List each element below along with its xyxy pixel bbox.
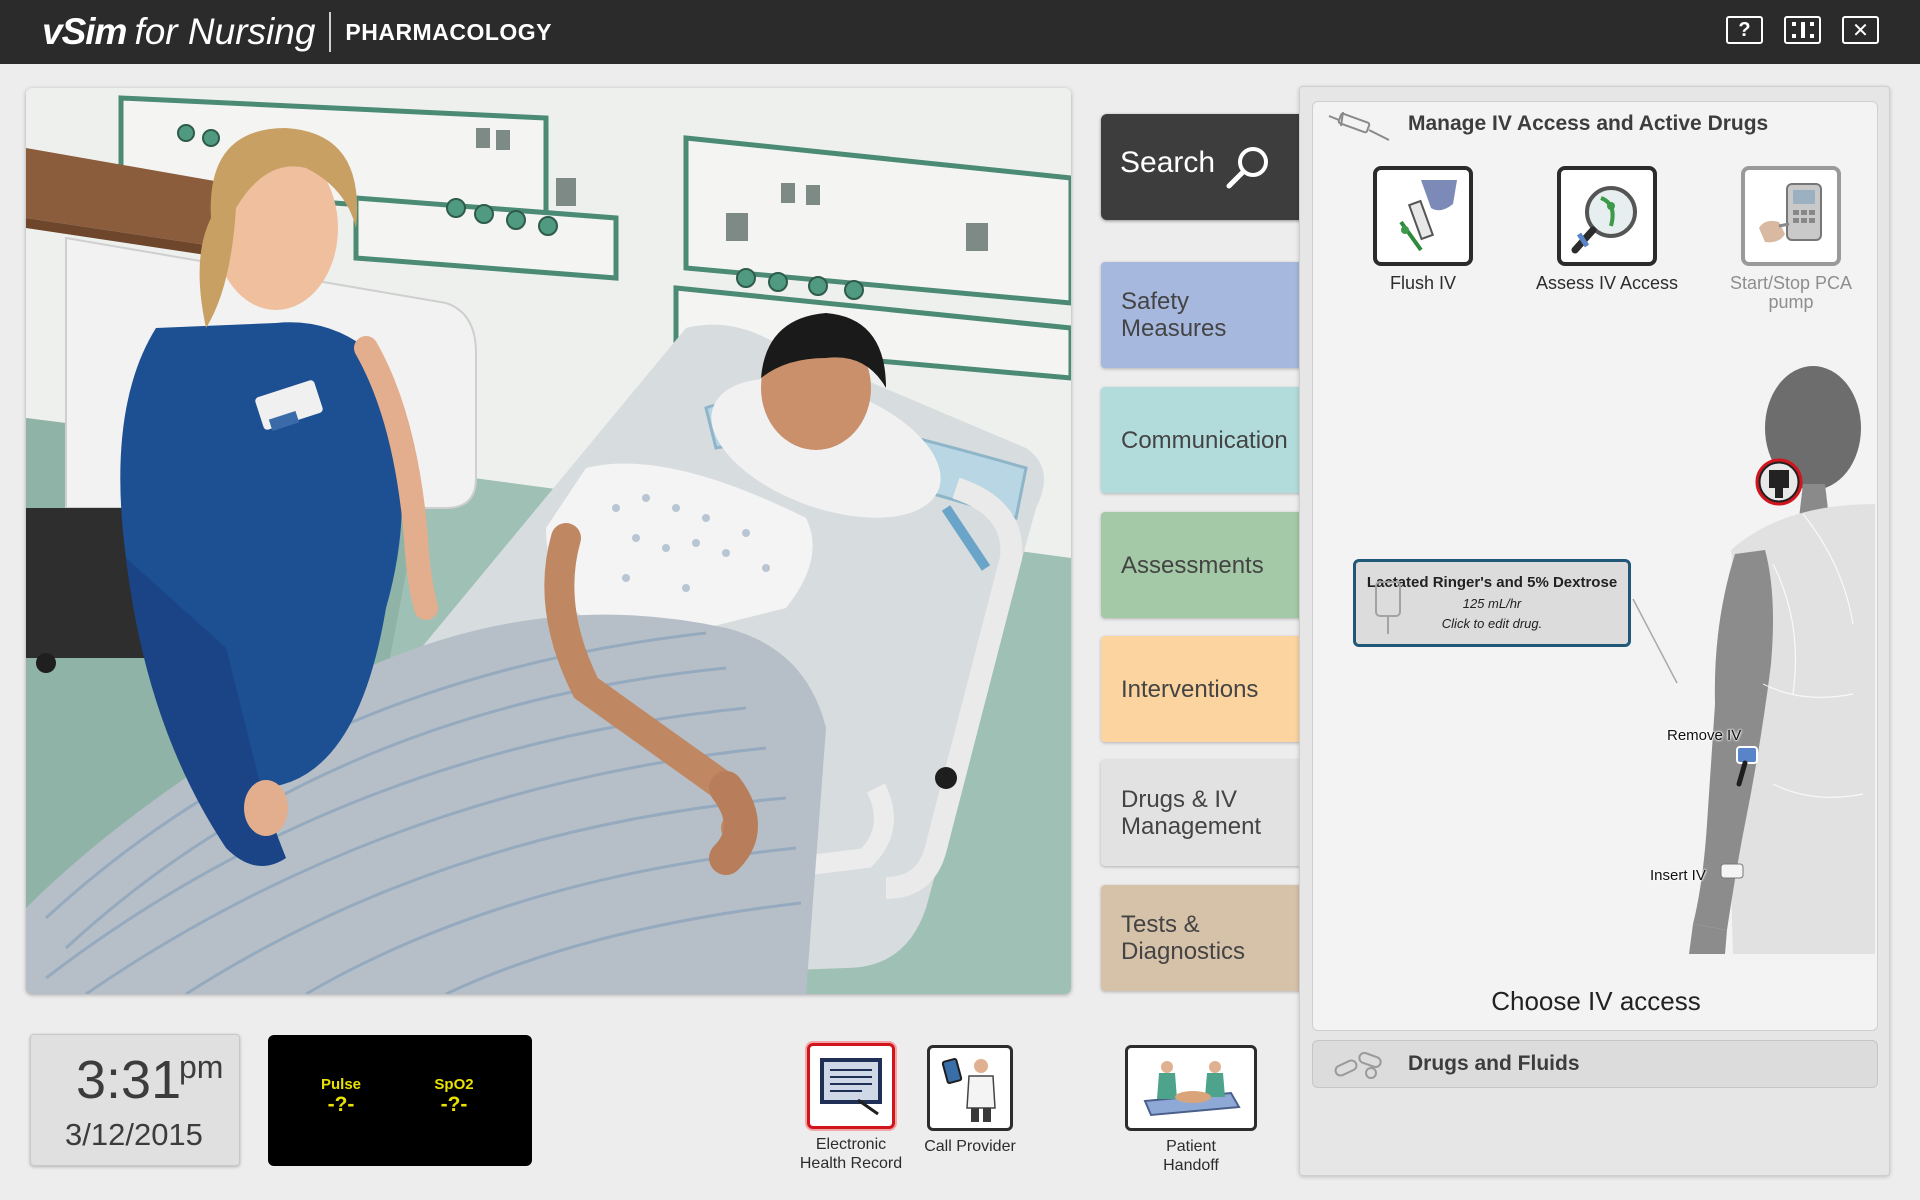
help-button[interactable]: ? [1726,16,1763,44]
manage-iv-section: Manage IV Access and Active Drugs Flush … [1312,101,1878,1031]
pulse-value: -?- [327,1093,355,1116]
start-stop-pca-pump-button[interactable]: Start/Stop PCA pump [1711,166,1871,312]
fullscreen-icon [1791,22,1814,38]
help-icon: ? [1738,18,1751,41]
iv-bag-icon [1375,581,1401,634]
hospital-room-illustration [26,88,1071,994]
pulse-readout: Pulse -?- [301,1076,381,1117]
iv-management-panel: Manage IV Access and Active Drugs Flush … [1299,86,1890,1176]
patient-body-figure[interactable] [1653,364,1875,954]
clock-ampm: pm [179,1049,224,1085]
pca-pump-icon [1759,183,1822,243]
call-provider-button[interactable]: Call Provider [912,1045,1028,1156]
drugs-and-fluids-section[interactable]: Drugs and Fluids [1312,1040,1878,1088]
electronic-health-record-button[interactable]: Electronic Health Record [786,1043,916,1173]
doctor-phone-icon [941,1058,996,1122]
category-interventions[interactable]: Interventions [1101,636,1301,742]
category-safety-measures[interactable]: Safety Measures [1101,262,1301,368]
category-drugs-iv-management[interactable]: Drugs & IV Management [1101,760,1301,866]
pills-icon [1334,1051,1382,1079]
category-assessments[interactable]: Assessments [1101,512,1301,618]
category-label: Interventions [1121,675,1259,703]
patient-handoff-icon [1143,1061,1241,1117]
assess-iv-access-button[interactable]: Assess IV Access [1527,166,1687,293]
monitor-icon [820,1058,882,1116]
remove-iv-button[interactable]: Remove IV [1667,727,1741,744]
brand-divider [329,12,332,52]
insert-iv-button[interactable]: Insert IV [1650,867,1706,884]
panel-title: Manage IV Access and Active Drugs [1408,112,1769,135]
ehr-icon-frame [807,1043,895,1129]
assess-iv-access-label: Assess IV Access [1535,273,1679,293]
patient-handoff-button[interactable]: Patient Handoff [1118,1045,1264,1175]
clock-date: 3/12/2015 [65,1117,203,1152]
simulation-scene[interactable] [26,88,1071,994]
app-logo: vSim for Nursing PHARMACOLOGY [42,6,552,58]
magnifier-iv-icon [1571,186,1637,254]
spo2-value: -?- [440,1093,468,1116]
drugs-and-fluids-label: Drugs and Fluids [1408,1052,1580,1075]
pca-pump-icon-frame [1741,166,1841,266]
module-name: PHARMACOLOGY [345,18,553,45]
choose-iv-access-prompt: Choose IV access [1491,986,1701,1016]
assess-iv-icon-frame [1557,166,1657,266]
search-label: Search [1120,146,1216,179]
search-button[interactable]: Search [1101,114,1303,220]
flush-iv-icon [1399,180,1457,252]
call-provider-icon-frame [927,1045,1013,1131]
category-label: Assessments [1121,551,1264,579]
start-stop-pca-pump-label: Start/Stop PCA pump [1729,273,1853,312]
title-bar: vSim for Nursing PHARMACOLOGY ? ✕ [0,0,1920,64]
syringe-icon [1328,111,1390,141]
category-label: Tests & Diagnostics [1121,911,1246,965]
brand-vsim: vSim [42,11,127,52]
vital-signs-monitor: Pulse -?- SpO2 -?- [268,1035,532,1166]
patient-handoff-label: Patient Handoff [1163,1138,1219,1174]
flush-iv-label: Flush IV [1389,273,1457,293]
drug-connector-line [1632,598,1678,684]
category-tests-diagnostics[interactable]: Tests & Diagnostics [1101,885,1301,991]
category-label: Drugs & IV Management [1121,786,1262,840]
pulse-label: Pulse [320,1076,362,1093]
simulation-clock: 3:31 pm 3/12/2015 [30,1034,240,1166]
spo2-readout: SpO2 -?- [414,1076,494,1117]
flush-iv-button[interactable]: Flush IV [1343,166,1503,293]
category-label: Communication [1121,426,1288,454]
fullscreen-button[interactable] [1784,16,1821,44]
flush-iv-icon-frame [1373,166,1473,266]
call-provider-label: Call Provider [924,1138,1016,1155]
patient-handoff-icon-frame [1125,1045,1257,1131]
brand-for-nursing: for Nursing [134,11,316,52]
category-label: Safety Measures [1121,288,1227,342]
active-drug-card[interactable]: Lactated Ringer's and 5% Dextrose 125 mL… [1353,559,1631,647]
close-button[interactable]: ✕ [1842,16,1879,44]
category-communication[interactable]: Communication [1101,387,1301,493]
ehr-label: Electronic Health Record [799,1136,903,1172]
clock-time: 3:31 [76,1050,182,1110]
search-icon [1226,147,1268,189]
close-icon: ✕ [1852,19,1869,42]
spo2-label: SpO2 [434,1076,474,1093]
